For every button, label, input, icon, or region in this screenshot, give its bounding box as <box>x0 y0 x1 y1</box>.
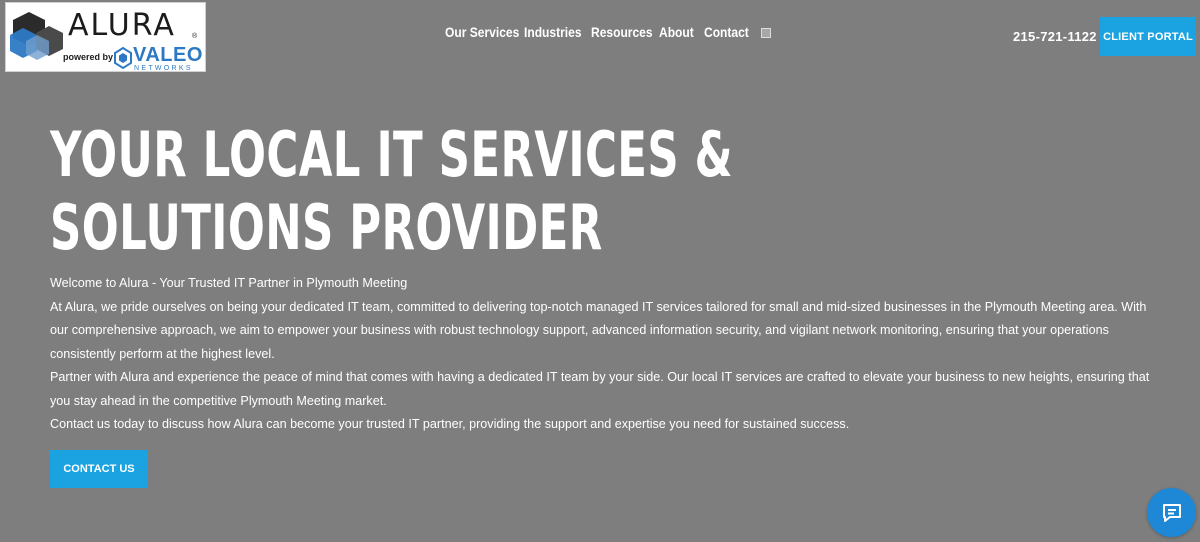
welcome-heading: Welcome to Alura - Your Trusted IT Partn… <box>50 276 408 290</box>
page-title-line-1: YOUR LOCAL IT SERVICES & <box>50 118 733 191</box>
logo-partner-name: VALEO <box>133 44 203 66</box>
contact-paragraph: Contact us today to discuss how Alura ca… <box>50 417 850 431</box>
partner-paragraph: Partner with Alura and experience the pe… <box>50 370 1150 408</box>
logo-cubes-icon <box>10 12 63 60</box>
nav-item-contact[interactable]: Contact <box>704 24 749 40</box>
valeo-mark-icon <box>114 47 132 70</box>
logo-wordmark: ALURA <box>68 8 176 43</box>
logo-partner-sub: NETWORKS <box>134 65 193 72</box>
page-title: YOUR LOCAL IT SERVICES & SOLUTIONS PROVI… <box>50 118 733 264</box>
logo-powered-by: powered by <box>63 52 114 62</box>
nav-item-our-services[interactable]: Our Services <box>445 24 519 40</box>
nav-item-about[interactable]: About <box>659 24 694 40</box>
phone-number[interactable]: 215-721-1122 <box>1013 29 1097 44</box>
chat-icon <box>1162 503 1181 522</box>
logo-registered-mark: ® <box>192 33 198 40</box>
nav-item-resources[interactable]: Resources <box>591 24 653 40</box>
main-nav: Our Services Industries Resources About … <box>445 24 771 40</box>
intro-paragraph: At Alura, we pride ourselves on being yo… <box>50 299 1147 361</box>
chat-button[interactable] <box>1147 488 1196 537</box>
hero-body: Welcome to Alura - Your Trusted IT Partn… <box>50 272 1160 437</box>
nav-item-industries[interactable]: Industries <box>524 24 582 40</box>
site-logo[interactable]: ALURA ® powered by VALEO NETWORKS <box>5 2 206 72</box>
contact-us-button[interactable]: CONTACT US <box>50 450 148 488</box>
client-portal-button[interactable]: CLIENT PORTAL <box>1100 17 1196 56</box>
search-icon[interactable] <box>761 28 771 38</box>
page-title-line-2: SOLUTIONS PROVIDER <box>50 191 603 264</box>
